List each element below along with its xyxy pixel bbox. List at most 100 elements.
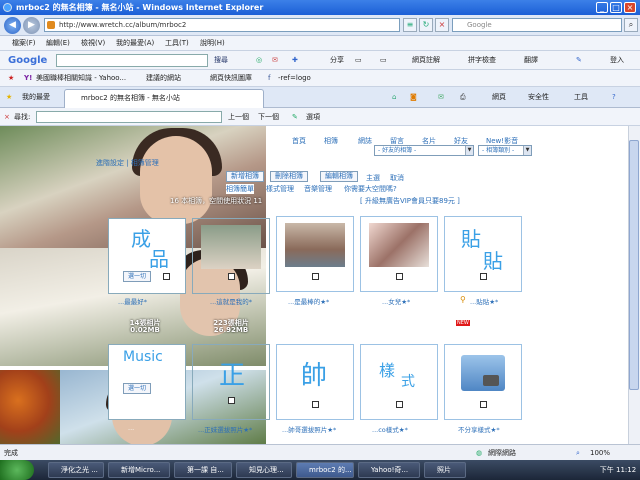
toolbar-plus-icon[interactable]: ✚ bbox=[292, 51, 298, 70]
highlight-icon[interactable]: ✎ bbox=[292, 108, 298, 126]
scrollbar-thumb[interactable] bbox=[629, 140, 639, 390]
compat-icon[interactable]: ≡ bbox=[403, 18, 417, 32]
security-menu[interactable]: 安全性 bbox=[528, 87, 549, 108]
cancel-link[interactable]: 取消 bbox=[390, 173, 404, 183]
taskbar-item[interactable]: 照片 bbox=[424, 462, 466, 478]
album-checkbox[interactable] bbox=[163, 273, 170, 280]
menu-file[interactable]: 檔案(F) bbox=[12, 36, 36, 51]
google-search-input[interactable] bbox=[56, 54, 208, 67]
spell-check-button[interactable]: 拼字檢查 bbox=[468, 51, 496, 70]
album-caption[interactable]: ...是最棒的★* bbox=[288, 296, 329, 306]
stop-icon[interactable]: × bbox=[435, 18, 449, 32]
refresh-icon[interactable]: ↻ bbox=[419, 18, 433, 32]
nav-home[interactable]: 首頁 bbox=[292, 136, 306, 146]
album-card[interactable] bbox=[360, 216, 438, 292]
address-bar[interactable]: http://www.wretch.cc/album/mrboc2 bbox=[44, 18, 400, 32]
taskbar-item[interactable]: 淨化之光 ... bbox=[48, 462, 104, 478]
new-album-button[interactable]: 新增相簿 bbox=[226, 171, 264, 182]
album-caption[interactable]: ...這就是我的* bbox=[210, 296, 252, 306]
favorite-item[interactable]: 美國職棒相關知識 - Yahoo... bbox=[36, 70, 126, 87]
album-card[interactable]: 成 品 選一切 bbox=[108, 218, 186, 294]
album-caption[interactable]: ... bbox=[128, 424, 134, 432]
album-card[interactable] bbox=[276, 216, 354, 292]
find-options-button[interactable]: 選項 bbox=[306, 108, 320, 126]
page-annotation-button[interactable]: 網頁註解 bbox=[412, 51, 440, 70]
album-thumbnail[interactable] bbox=[201, 225, 261, 269]
menu-favorites[interactable]: 我的最愛(A) bbox=[116, 36, 154, 51]
nav-album[interactable]: 相簿 bbox=[324, 136, 338, 146]
album-card[interactable]: 帥 bbox=[276, 344, 354, 420]
forward-button[interactable]: ▶ bbox=[23, 17, 40, 34]
taskbar-item[interactable]: Yahoo!奇... bbox=[358, 462, 420, 478]
menu-edit[interactable]: 編輯(E) bbox=[46, 36, 70, 51]
back-button[interactable]: ◀ bbox=[4, 17, 21, 34]
zoom-icon[interactable]: ⌕ bbox=[576, 445, 580, 461]
friend-album-dropdown[interactable]: - 好友的相簿 - ▼ bbox=[374, 145, 474, 156]
album-checkbox[interactable] bbox=[480, 273, 487, 280]
find-input[interactable] bbox=[36, 111, 222, 123]
toolbar-window-icon[interactable]: ▭ bbox=[355, 51, 362, 70]
zoom-level[interactable]: 100% bbox=[590, 445, 610, 461]
favorite-item[interactable]: 建議的網站 bbox=[146, 70, 181, 87]
admin-link[interactable]: 樣式管理 bbox=[266, 184, 294, 194]
album-card[interactable]: 貼 貼 bbox=[444, 216, 522, 292]
start-button[interactable] bbox=[0, 460, 34, 480]
album-category-dropdown[interactable]: - 相簿類別 - ▼ bbox=[478, 145, 532, 156]
album-checkbox[interactable] bbox=[228, 273, 235, 280]
album-checkbox[interactable] bbox=[312, 273, 319, 280]
upgrade-link[interactable]: [ 升級無廣告VIP會員只要89元 ] bbox=[360, 196, 460, 206]
toolbar-popup-icon[interactable]: ✉ bbox=[272, 51, 278, 70]
select-all-button[interactable]: 選一切 bbox=[123, 271, 151, 282]
toolbar-globe-icon[interactable]: ◎ bbox=[256, 51, 262, 70]
select-all-button[interactable]: 選一切 bbox=[123, 383, 151, 394]
favorites-label[interactable]: 我的最愛 bbox=[22, 87, 50, 108]
maximize-button[interactable]: □ bbox=[610, 2, 622, 13]
search-input[interactable]: Google bbox=[452, 18, 622, 32]
album-thumbnail[interactable] bbox=[285, 223, 345, 267]
menu-tools[interactable]: 工具(T) bbox=[165, 36, 189, 51]
admin-link[interactable]: 你需要大空間嗎? bbox=[344, 184, 397, 194]
find-close-icon[interactable]: × bbox=[4, 108, 10, 126]
taskbar-item-active[interactable]: mrboc2 的... bbox=[296, 462, 354, 478]
admin-link[interactable]: 相簿簡單 bbox=[226, 184, 254, 194]
clock[interactable]: 下午 11:12 bbox=[596, 460, 640, 480]
album-caption[interactable]: 不分享樣式★* bbox=[458, 424, 500, 434]
search-icon[interactable]: ⌕ bbox=[624, 18, 638, 32]
album-card[interactable] bbox=[192, 218, 270, 294]
favorites-center-icon[interactable]: ★ bbox=[6, 87, 12, 108]
favorite-item[interactable]: 網頁快訊圖庫 bbox=[210, 70, 252, 87]
album-caption[interactable]: ...正妹選拔照片★* bbox=[198, 424, 252, 434]
menu-help[interactable]: 說明(H) bbox=[200, 36, 225, 51]
print-icon[interactable]: ⎙ bbox=[460, 87, 466, 108]
help-icon[interactable]: ? bbox=[612, 87, 616, 108]
page-menu[interactable]: 網頁 bbox=[492, 87, 506, 108]
album-caption[interactable]: ...帥哥選拔照片★* bbox=[282, 424, 336, 434]
minimize-button[interactable]: _ bbox=[596, 2, 608, 13]
translate-button[interactable]: 翻譯 bbox=[524, 51, 538, 70]
album-caption[interactable]: ...co樣式★* bbox=[372, 424, 408, 434]
nav-blog[interactable]: 網誌 bbox=[358, 136, 372, 146]
admin-link[interactable]: 音樂管理 bbox=[304, 184, 332, 194]
rss-icon[interactable]: ◙ bbox=[410, 87, 417, 108]
album-caption[interactable]: ...最最好* bbox=[118, 296, 147, 306]
album-caption[interactable]: ...女兒★* bbox=[382, 296, 410, 306]
delete-album-button[interactable]: 刪除相簿 bbox=[270, 171, 308, 182]
taskbar-item[interactable]: 新增Micro... bbox=[108, 462, 170, 478]
album-caption[interactable]: ...貼貼★* bbox=[470, 296, 498, 306]
find-prev-button[interactable]: 上一個 bbox=[228, 108, 249, 126]
login-button[interactable]: 登入 bbox=[610, 51, 624, 70]
edit-album-button[interactable]: 編輯相簿 bbox=[320, 171, 358, 182]
favorite-item[interactable]: -ref=logo bbox=[278, 70, 311, 87]
mail-icon[interactable]: ✉ bbox=[438, 87, 444, 108]
home-icon[interactable]: ⌂ bbox=[392, 87, 396, 108]
album-checkbox[interactable] bbox=[396, 401, 403, 408]
menu-view[interactable]: 檢視(V) bbox=[81, 36, 105, 51]
album-thumbnail[interactable] bbox=[369, 223, 429, 267]
taskbar-item[interactable]: 第一課 自... bbox=[174, 462, 232, 478]
main-select-link[interactable]: 主選 bbox=[366, 173, 380, 183]
album-card[interactable]: 樣 式 bbox=[360, 344, 438, 420]
album-checkbox[interactable] bbox=[228, 397, 235, 404]
advanced-settings-link[interactable]: 進階設定 | 相簿管理 bbox=[96, 158, 159, 168]
album-card[interactable]: Music 選一切 bbox=[108, 344, 186, 420]
album-card[interactable] bbox=[444, 344, 522, 420]
